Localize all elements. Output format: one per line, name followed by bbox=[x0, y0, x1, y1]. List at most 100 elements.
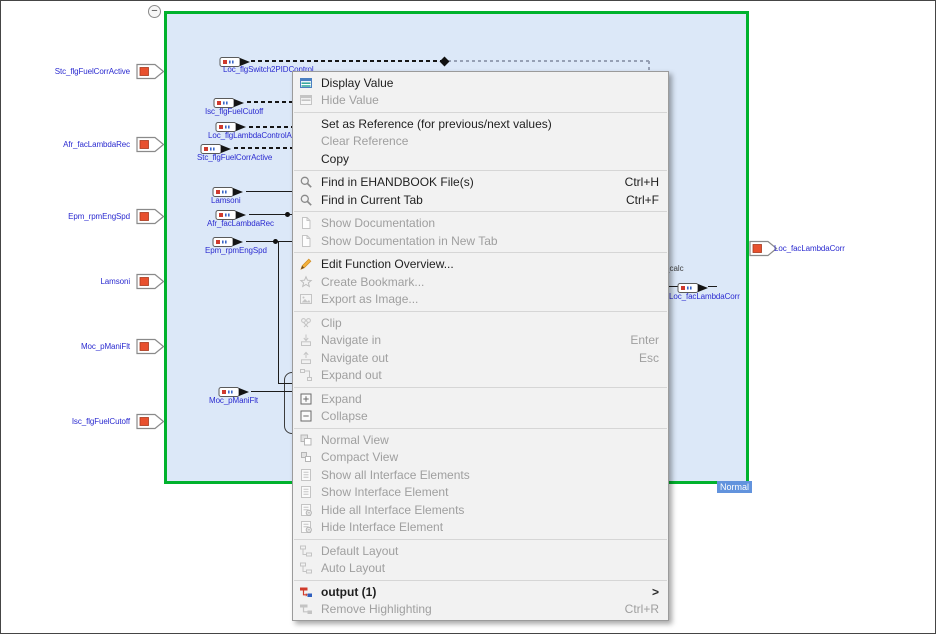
image-icon bbox=[298, 292, 313, 306]
left-port-icon[interactable] bbox=[136, 273, 165, 290]
signal-line bbox=[246, 241, 293, 242]
menu-item-label: Clip bbox=[321, 316, 342, 330]
blank-icon bbox=[298, 117, 313, 131]
menu-item-label: Show Documentation in New Tab bbox=[321, 234, 498, 248]
menu-item-label: Edit Function Overview... bbox=[321, 257, 454, 271]
menu-shortcut: Ctrl+F bbox=[626, 193, 659, 207]
menu-item-label: Find in Current Tab bbox=[321, 193, 423, 207]
navigate-in-icon bbox=[298, 333, 313, 347]
junction-dot bbox=[273, 239, 278, 244]
menu-item-expand-out[interactable]: Expand out bbox=[293, 367, 668, 385]
menu-item-show-documentation[interactable]: Show Documentation bbox=[293, 215, 668, 233]
menu-item-label: Expand out bbox=[321, 368, 382, 382]
normal-badge: Normal bbox=[717, 481, 752, 493]
menu-item-label: Auto Layout bbox=[321, 561, 385, 575]
menu-item-create-bookmark[interactable]: Create Bookmark... bbox=[293, 273, 668, 291]
menu-item-show-documentation-in-new-tab[interactable]: Show Documentation in New Tab bbox=[293, 232, 668, 250]
layout-icon bbox=[298, 561, 313, 575]
star-icon bbox=[298, 275, 313, 289]
remove-highlight-icon bbox=[298, 602, 313, 616]
menu-separator bbox=[294, 580, 667, 581]
menu-item-label: Navigate out bbox=[321, 351, 388, 365]
menu-item-remove-highlighting[interactable]: Remove HighlightingCtrl+R bbox=[293, 601, 668, 619]
menu-separator bbox=[294, 387, 667, 388]
menu-item-label: Hide Interface Element bbox=[321, 520, 443, 534]
menu-item-find-in-ehandbook-file-s[interactable]: Find in EHANDBOOK File(s)Ctrl+H bbox=[293, 174, 668, 192]
menu-item-export-as-image[interactable]: Export as Image... bbox=[293, 291, 668, 309]
signal-line bbox=[249, 126, 293, 128]
inner-block-label: Moc_pManiFlt bbox=[209, 396, 258, 405]
menu-item-display-value[interactable]: Display Value bbox=[293, 74, 668, 92]
left-port-icon[interactable] bbox=[136, 208, 165, 225]
menu-item-label: output (1) bbox=[321, 585, 376, 599]
signal-line bbox=[251, 60, 444, 62]
signal-line bbox=[234, 147, 293, 149]
menu-item-label: Copy bbox=[321, 152, 349, 166]
collapse-button[interactable]: − bbox=[148, 5, 161, 18]
list-icon bbox=[298, 468, 313, 482]
left-port-label: Stc_flgFuelCorrActive bbox=[10, 67, 130, 76]
menu-item-label: Expand bbox=[321, 392, 362, 406]
minus-box-icon bbox=[298, 409, 313, 423]
menu-separator bbox=[294, 112, 667, 113]
navigate-out-icon bbox=[298, 351, 313, 365]
context-menu: Display ValueHide Value Set as Reference … bbox=[292, 71, 669, 621]
menu-item-clear-reference[interactable]: Clear Reference bbox=[293, 133, 668, 151]
menu-shortcut: Enter bbox=[630, 333, 659, 347]
menu-item-label: Show Documentation bbox=[321, 216, 435, 230]
layout-icon bbox=[298, 544, 313, 558]
menu-item-compact-view[interactable]: Compact View bbox=[293, 449, 668, 467]
menu-item-navigate-in[interactable]: Navigate inEnter bbox=[293, 332, 668, 350]
left-port-icon[interactable] bbox=[136, 63, 165, 80]
menu-item-label: Hide all Interface Elements bbox=[321, 503, 464, 517]
left-port-label: Afr_facLambdaRec bbox=[10, 140, 130, 149]
menu-separator bbox=[294, 539, 667, 540]
menu-item-label: Normal View bbox=[321, 433, 389, 447]
menu-item-copy[interactable]: Copy bbox=[293, 150, 668, 168]
menu-item-label: Find in EHANDBOOK File(s) bbox=[321, 175, 474, 189]
junction-dot bbox=[285, 212, 290, 217]
menu-item-find-in-current-tab[interactable]: Find in Current Tab Ctrl+F bbox=[293, 191, 668, 209]
left-port-icon[interactable] bbox=[136, 136, 165, 153]
menu-item-label: Collapse bbox=[321, 409, 368, 423]
left-port-label: Moc_pManiFlt bbox=[10, 342, 130, 351]
menu-item-clip[interactable]: Clip bbox=[293, 314, 668, 332]
menu-item-label: Hide Value bbox=[321, 93, 379, 107]
menu-item-navigate-out[interactable]: Navigate outEsc bbox=[293, 349, 668, 367]
compact-view-icon bbox=[298, 450, 313, 464]
left-port-icon[interactable] bbox=[136, 413, 165, 430]
menu-separator bbox=[294, 252, 667, 253]
output-icon bbox=[298, 585, 313, 599]
menu-item-show-interface-element[interactable]: Show Interface Element bbox=[293, 484, 668, 502]
menu-item-set-as-reference-for-previous-next-values[interactable]: Set as Reference (for previous/next valu… bbox=[293, 115, 668, 133]
left-port-icon[interactable] bbox=[136, 338, 165, 355]
menu-item-hide-interface-element[interactable]: Hide Interface Element bbox=[293, 519, 668, 537]
menu-item-hide-value[interactable]: Hide Value bbox=[293, 92, 668, 110]
menu-item-label: Export as Image... bbox=[321, 292, 418, 306]
menu-item-label: Compact View bbox=[321, 450, 398, 464]
clip-icon bbox=[298, 316, 313, 330]
menu-item-normal-view[interactable]: Normal View bbox=[293, 431, 668, 449]
menu-item-edit-function-overview[interactable]: Edit Function Overview... bbox=[293, 256, 668, 274]
menu-item-collapse[interactable]: Collapse bbox=[293, 408, 668, 426]
menu-item-output-1[interactable]: output (1) > bbox=[293, 583, 668, 601]
inner-block-label: Lamsoni bbox=[211, 196, 241, 205]
menu-item-label: Clear Reference bbox=[321, 134, 408, 148]
display-value-icon bbox=[298, 76, 313, 90]
menu-item-hide-all-interface-elements[interactable]: Hide all Interface Elements bbox=[293, 501, 668, 519]
menu-separator bbox=[294, 170, 667, 171]
blank-icon bbox=[298, 134, 313, 148]
menu-item-auto-layout[interactable]: Auto Layout bbox=[293, 560, 668, 578]
inner-block-label: Epm_rpmEngSpd bbox=[205, 246, 267, 255]
menu-item-expand[interactable]: Expand bbox=[293, 390, 668, 408]
inner-block-label: Stc_flgFuelCorrActive bbox=[197, 153, 272, 162]
menu-item-label: Set as Reference (for previous/next valu… bbox=[321, 117, 552, 131]
right-port-label: Loc_facLambdaCorr bbox=[774, 244, 845, 253]
hide-value-icon bbox=[298, 93, 313, 107]
document-icon bbox=[298, 234, 313, 248]
submenu-arrow-icon: > bbox=[652, 585, 659, 599]
menu-item-show-all-interface-elements[interactable]: Show all Interface Elements bbox=[293, 466, 668, 484]
menu-separator bbox=[294, 428, 667, 429]
menu-item-default-layout[interactable]: Default Layout bbox=[293, 542, 668, 560]
left-port-label: Isc_flgFuelCutoff bbox=[10, 417, 130, 426]
